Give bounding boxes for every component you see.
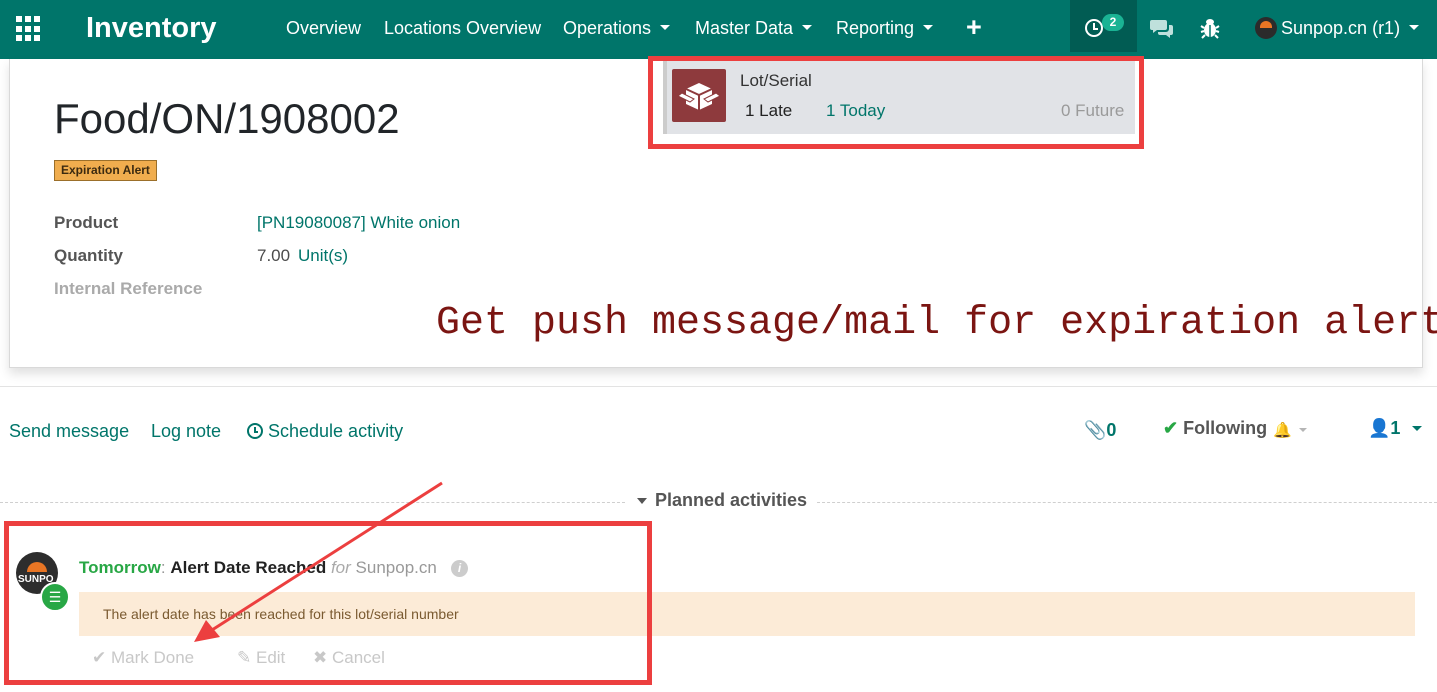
nav-master-data[interactable]: Master Data (695, 18, 813, 39)
nav-operations-label: Operations (563, 18, 652, 38)
bell-icon[interactable]: 🔔 (1273, 421, 1292, 439)
chevron-down-icon[interactable] (1412, 426, 1422, 431)
nav-overview[interactable]: Overview (286, 18, 361, 39)
paperclip-icon: 📎 (1084, 420, 1107, 440)
chevron-down-icon[interactable] (1299, 428, 1307, 432)
planned-activities-heading: Planned activities (655, 490, 808, 510)
product-link[interactable]: [PN19080087] White onion (257, 213, 460, 233)
nav-reporting[interactable]: Reporting (836, 18, 934, 39)
divider (0, 502, 625, 503)
attachments-button[interactable]: 📎0 (1084, 420, 1116, 441)
internal-reference-label: Internal Reference (54, 279, 203, 298)
followers-button[interactable]: 👤1 (1368, 418, 1400, 439)
popup-highlight-frame (648, 56, 1144, 149)
expiration-alert-badge: Expiration Alert (54, 160, 157, 181)
top-navbar: Inventory Overview Locations Overview Op… (0, 0, 1437, 59)
clock-icon (247, 423, 263, 439)
annotation-caption: Get push message/mail for expiration ale… (436, 301, 1437, 346)
user-icon: 👤 (1368, 418, 1391, 438)
user-menu[interactable]: Sunpop.cn (r1) (1281, 18, 1420, 39)
quantity-value: 7.00 (257, 246, 291, 265)
unit-link[interactable]: Unit(s) (298, 246, 348, 266)
planned-activities-toggle[interactable]: Planned activities (637, 490, 818, 511)
quantity-label: Quantity (54, 246, 123, 265)
nav-operations[interactable]: Operations (563, 18, 671, 39)
chat-icon[interactable] (1150, 17, 1174, 39)
nav-master-data-label: Master Data (695, 18, 794, 38)
product-label: Product (54, 213, 119, 232)
divider (0, 386, 1437, 387)
log-note-button[interactable]: Log note (151, 421, 221, 442)
check-icon: ✔ (1163, 418, 1179, 438)
chevron-down-icon (1409, 24, 1420, 30)
quick-create-plus-icon[interactable]: + (966, 12, 982, 43)
user-name-label: Sunpop.cn (r1) (1281, 18, 1401, 38)
app-brand[interactable]: Inventory (86, 12, 217, 45)
chevron-down-icon (660, 24, 671, 30)
apps-menu-icon[interactable] (16, 16, 42, 42)
activity-count-badge: 2 (1102, 14, 1124, 31)
chevron-down-icon (802, 24, 813, 30)
debug-bug-icon[interactable] (1200, 16, 1220, 40)
activity-highlight-frame (4, 521, 652, 685)
attachment-count: 0 (1106, 420, 1117, 440)
chevron-down-icon (923, 24, 934, 30)
following-label: Following (1183, 418, 1268, 438)
clock-icon (1085, 19, 1103, 37)
schedule-activity-button[interactable]: Schedule activity (247, 421, 403, 442)
record-title: Food/ON/1908002 (54, 95, 400, 142)
send-message-button[interactable]: Send message (9, 421, 129, 442)
following-button[interactable]: ✔ Following (1163, 418, 1267, 439)
nav-reporting-label: Reporting (836, 18, 915, 38)
user-avatar[interactable] (1255, 17, 1277, 39)
schedule-activity-label: Schedule activity (268, 421, 404, 441)
divider (812, 502, 1437, 503)
caret-down-icon (637, 498, 647, 505)
activity-menu-button[interactable]: 2 (1070, 0, 1137, 52)
nav-locations-overview[interactable]: Locations Overview (384, 18, 541, 39)
followers-count: 1 (1390, 418, 1401, 438)
